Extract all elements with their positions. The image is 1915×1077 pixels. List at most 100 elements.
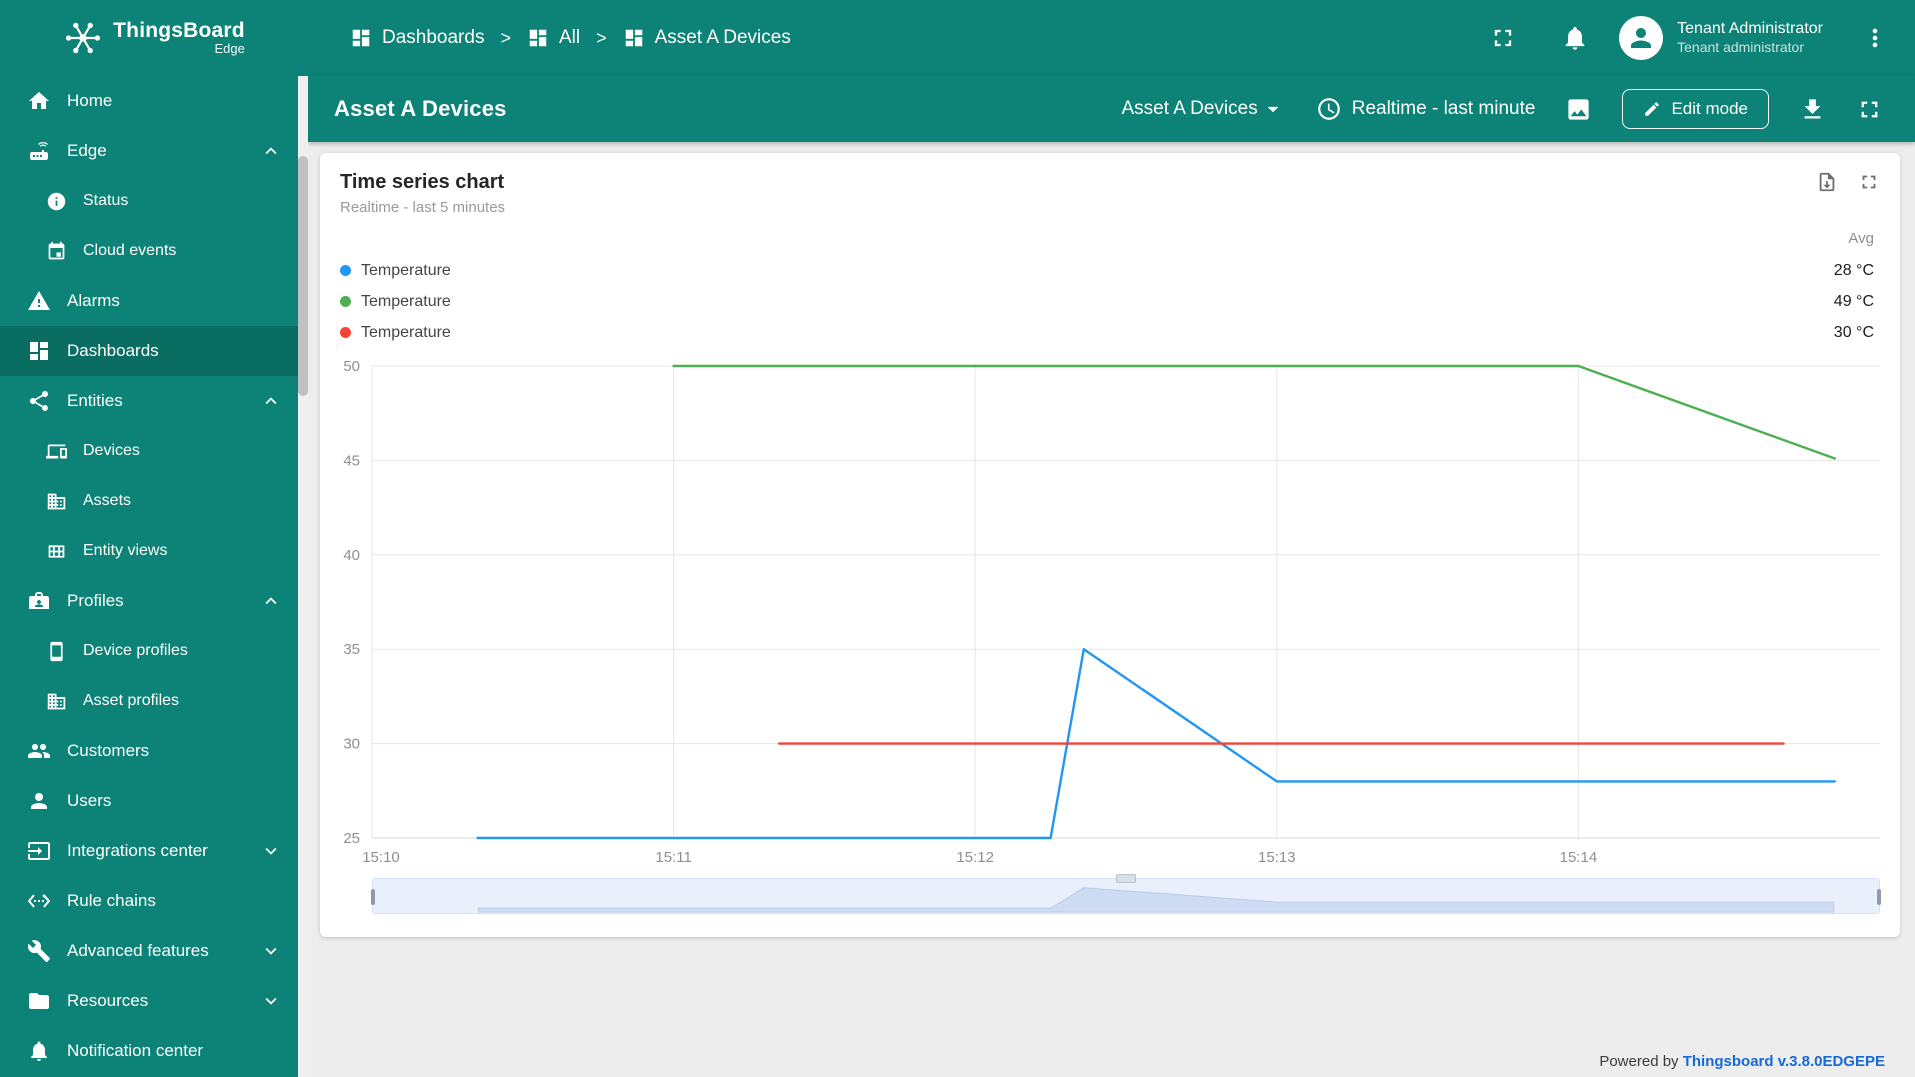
brand-subtitle: Edge bbox=[214, 41, 245, 57]
sidebar-scrollbar-track bbox=[298, 76, 308, 1077]
breadcrumb-item-all[interactable]: All bbox=[527, 27, 580, 49]
sidebar-item-label: Home bbox=[67, 91, 113, 110]
avatar[interactable] bbox=[1619, 16, 1664, 60]
time-series-widget: Time series chart Realtime - last 5 minu… bbox=[320, 153, 1900, 937]
thingsboard-logo-icon bbox=[66, 22, 101, 54]
dashboard-title: Asset A Devices bbox=[334, 96, 507, 121]
fullscreen-icon[interactable] bbox=[1856, 96, 1883, 123]
sidebar-item-label: Alarms bbox=[67, 291, 120, 310]
sidebar-item-label: Cloud events bbox=[83, 242, 177, 259]
user-info[interactable]: Tenant Administrator Tenant administrato… bbox=[1677, 19, 1823, 57]
sidebar-item-resources[interactable]: Resources bbox=[0, 976, 308, 1026]
sidebar-item-rule-chains[interactable]: Rule chains bbox=[0, 876, 308, 926]
sidebar-item-users[interactable]: Users bbox=[0, 776, 308, 826]
timewindow-button[interactable]: Realtime - last minute bbox=[1316, 96, 1535, 122]
notifications-icon bbox=[27, 1039, 51, 1063]
datazoom-right-handle[interactable] bbox=[1877, 889, 1881, 905]
main-content: Time series chart Realtime - last 5 minu… bbox=[308, 142, 1915, 1077]
event-icon bbox=[46, 241, 67, 262]
datazoom-preview bbox=[477, 887, 1835, 913]
sidebar-item-label: Profiles bbox=[67, 591, 124, 610]
customers-icon bbox=[27, 739, 51, 763]
users-icon bbox=[27, 789, 51, 813]
edge-icon bbox=[27, 139, 51, 163]
sidebar-item-label: Notification center bbox=[67, 1041, 204, 1060]
sidebar-item-home[interactable]: Home bbox=[0, 76, 308, 126]
svg-text:30: 30 bbox=[343, 736, 360, 753]
svg-text:15:12: 15:12 bbox=[956, 849, 994, 866]
sidebar-item-device-profiles[interactable]: Device profiles bbox=[0, 626, 308, 676]
breadcrumb: Dashboards > All > Asset A Devices bbox=[350, 27, 791, 49]
svg-text:40: 40 bbox=[343, 547, 360, 564]
pencil-icon bbox=[1643, 100, 1661, 118]
image-gallery-icon[interactable] bbox=[1565, 96, 1592, 123]
sidebar-item-edge[interactable]: Edge bbox=[0, 126, 308, 176]
sidebar-item-label: Device profiles bbox=[83, 642, 188, 659]
top-bar-actions: Tenant Administrator Tenant administrato… bbox=[1489, 16, 1889, 60]
sidebar-item-notification-center[interactable]: Notification center bbox=[0, 1026, 308, 1076]
assets-icon bbox=[46, 491, 67, 512]
chevron-up-icon bbox=[260, 390, 282, 412]
sidebar-item-dashboards[interactable]: Dashboards bbox=[0, 326, 308, 376]
sidebar-item-label: Devices bbox=[83, 442, 140, 459]
svg-text:15:14: 15:14 bbox=[1560, 849, 1598, 866]
clock-icon bbox=[1316, 96, 1342, 122]
sidebar-item-cloud-events[interactable]: Cloud events bbox=[0, 226, 308, 276]
info-icon bbox=[46, 191, 67, 212]
download-icon[interactable] bbox=[1799, 96, 1826, 123]
profiles-icon bbox=[27, 589, 51, 613]
notifications-bell-icon[interactable] bbox=[1561, 24, 1589, 52]
sidebar-item-label: Asset profiles bbox=[83, 692, 180, 709]
home-icon bbox=[27, 89, 51, 113]
sidebar-item-profiles[interactable]: Profiles bbox=[0, 576, 308, 626]
sidebar-item-customers[interactable]: Customers bbox=[0, 726, 308, 776]
sidebar-item-label: Entity views bbox=[83, 542, 168, 559]
sidebar-item-label: Integrations center bbox=[67, 841, 208, 860]
sidebar-item-devices[interactable]: Devices bbox=[0, 426, 308, 476]
chevron-up-icon bbox=[260, 590, 282, 612]
sidebar-item-status[interactable]: Status bbox=[0, 176, 308, 226]
sidebar-item-label: Users bbox=[67, 791, 112, 810]
thingsboard-logo[interactable]: ThingsBoard Edge bbox=[0, 0, 308, 76]
sidebar-scrollbar-thumb[interactable] bbox=[298, 156, 308, 396]
breadcrumb-item-asset-a-devices[interactable]: Asset A Devices bbox=[623, 27, 791, 49]
svg-text:15:13: 15:13 bbox=[1258, 849, 1296, 866]
device-profile-icon bbox=[46, 641, 67, 662]
resources-icon bbox=[27, 989, 51, 1013]
svg-text:25: 25 bbox=[343, 830, 360, 847]
datazoom-left-handle[interactable] bbox=[371, 889, 375, 905]
entity-views-icon bbox=[46, 541, 67, 562]
entities-icon bbox=[27, 389, 51, 413]
sidebar-item-asset-profiles[interactable]: Asset profiles bbox=[0, 676, 308, 726]
datazoom-grip-handle[interactable] bbox=[1116, 874, 1136, 883]
fullscreen-icon[interactable] bbox=[1489, 24, 1517, 52]
chevron-down-icon bbox=[260, 990, 282, 1012]
sidebar-item-advanced-features[interactable]: Advanced features bbox=[0, 926, 308, 976]
sidebar: ThingsBoard Edge Home Edge Status Cloud … bbox=[0, 0, 308, 1077]
entity-select[interactable]: Asset A Devices bbox=[1121, 96, 1285, 122]
sidebar-item-label: Rule chains bbox=[67, 891, 156, 910]
sidebar-item-alarms[interactable]: Alarms bbox=[0, 276, 308, 326]
breadcrumb-separator: > bbox=[500, 27, 511, 48]
version-link[interactable]: Thingsboard v.3.8.0EDGEPE bbox=[1683, 1053, 1885, 1070]
breadcrumb-item-dashboards[interactable]: Dashboards bbox=[350, 27, 484, 49]
sidebar-item-integrations-center[interactable]: Integrations center bbox=[0, 826, 308, 876]
sidebar-item-label: Advanced features bbox=[67, 941, 209, 960]
edit-mode-button[interactable]: Edit mode bbox=[1622, 89, 1769, 129]
dashboard-icon bbox=[527, 27, 549, 49]
sidebar-item-entities[interactable]: Entities bbox=[0, 376, 308, 426]
sidebar-menu: Home Edge Status Cloud events Alarms Das… bbox=[0, 76, 308, 1076]
sidebar-item-label: Assets bbox=[83, 492, 132, 509]
sidebar-item-label: Resources bbox=[67, 991, 149, 1010]
time-series-chart-plot[interactable]: 25 30 35 40 45 50 15:10 15:11 15:12 15:13 15:14 bbox=[320, 153, 1900, 937]
svg-text:50: 50 bbox=[343, 358, 360, 375]
sidebar-item-label: Entities bbox=[67, 391, 123, 410]
sidebar-item-entity-views[interactable]: Entity views bbox=[0, 526, 308, 576]
sidebar-item-assets[interactable]: Assets bbox=[0, 476, 308, 526]
rule-chains-icon bbox=[27, 889, 51, 913]
footer: Powered by Thingsboard v.3.8.0EDGEPE bbox=[1599, 1053, 1885, 1070]
entity-select-value: Asset A Devices bbox=[1121, 98, 1258, 119]
breadcrumb-label: All bbox=[558, 27, 581, 48]
kebab-menu-icon[interactable] bbox=[1861, 24, 1889, 52]
datazoom-slider[interactable] bbox=[371, 874, 1881, 914]
